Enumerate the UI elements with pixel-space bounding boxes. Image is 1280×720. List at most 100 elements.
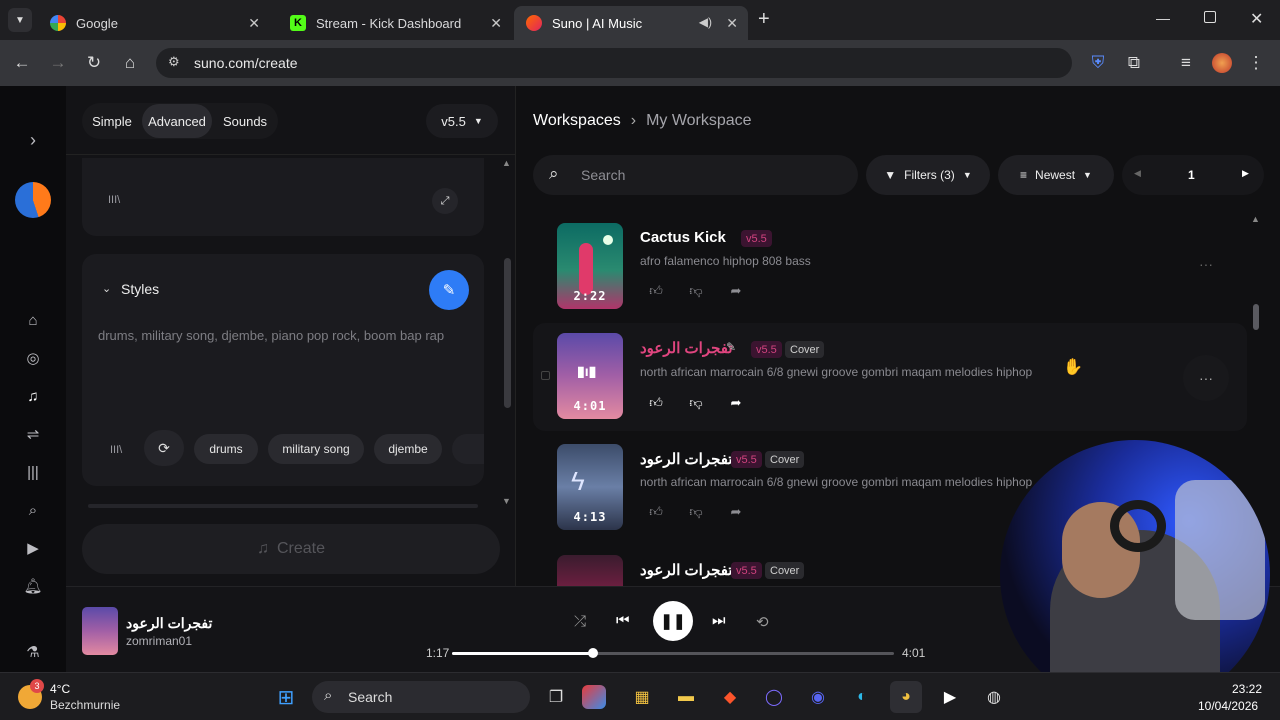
chrome-icon[interactable]: ◕ [890,681,922,713]
styles-text[interactable]: drums, military song, djembe, piano pop … [98,328,444,343]
library-nav-icon[interactable]: ||| [0,460,66,484]
tab-kick[interactable]: K Stream - Kick Dashboard ✕ [278,6,512,40]
chevron-down-icon[interactable]: ⌄ [102,282,111,295]
clock-date[interactable]: 10/04/2026 [1198,699,1258,713]
song-cover[interactable]: 2:22 [557,223,623,309]
styles-label[interactable]: Styles [121,281,159,297]
app-ring-icon[interactable]: ◯ [758,681,790,713]
search-input[interactable]: ⌕ Search [533,155,858,195]
brave-icon[interactable]: ◆ [714,681,746,713]
song-cover[interactable]: ϟ 4:13 [557,444,623,530]
forward-icon[interactable]: → [46,40,70,86]
mode-tab-simple[interactable]: Simple [86,104,138,138]
close-tab-icon[interactable]: ✕ [726,15,738,32]
reload-icon[interactable]: ↻ [82,40,106,86]
studio-nav-icon[interactable]: ⇌ [0,422,66,446]
song-title[interactable]: تفجرات الرعود [640,339,733,357]
song-row[interactable]: 2:22 Cactus Kick v5.5 afro falamenco hip… [533,223,1247,323]
progress-track[interactable] [452,648,894,658]
scrollbar-thumb[interactable] [504,258,511,408]
mode-tab-advanced[interactable]: Advanced [142,104,212,138]
like-icon[interactable]: 👍︎ [646,504,666,522]
model-version-select[interactable]: v5.5 ▼ [426,104,498,138]
create-nav-icon[interactable]: ♫ [0,384,66,408]
now-playing-title[interactable]: تفجرات الرعود [126,615,212,632]
new-tab-button[interactable]: + [758,8,770,31]
more-options-icon[interactable]: ··· [1183,355,1229,401]
select-checkbox[interactable] [541,371,550,380]
site-info-icon[interactable]: ⚙ [168,54,180,70]
store-icon[interactable]: ▦ [626,681,658,713]
prev-page-icon[interactable]: ◀ [1134,168,1141,179]
hooks-nav-icon[interactable]: ▶ [0,536,66,560]
create-button[interactable]: ♫ Create [82,524,500,574]
close-tab-icon[interactable]: ✕ [490,15,502,32]
progress-knob[interactable] [588,648,599,658]
scroll-down-arrow[interactable]: ▼ [502,496,511,506]
previous-track-icon[interactable]: ⏮︎ [616,612,630,629]
song-cover[interactable]: ▮ı▮ 4:01 [557,333,623,419]
media-player-icon[interactable]: ▶ [934,681,966,713]
speaker-icon[interactable]: ◀) [699,15,712,29]
style-chip[interactable]: djembe [374,434,442,464]
home-icon[interactable]: ⌂ [118,40,142,86]
extension-shield-icon[interactable]: ⛨ [1086,40,1110,86]
start-icon[interactable]: ⊞ [270,681,302,713]
taskbar-search[interactable]: ⌕ Search [312,681,530,713]
lyrics-library-icon[interactable]: III\ [108,194,120,206]
more-options-icon[interactable]: ··· [1183,241,1229,287]
minimize-button[interactable]: — [1156,10,1170,26]
next-page-icon[interactable]: ▶ [1242,168,1249,179]
weather-widget[interactable]: 3 4°C Bezchmurnie [18,679,158,715]
style-library-icon[interactable]: III\ [110,444,122,456]
sort-button[interactable]: ≡ Newest ▼ [998,155,1114,195]
close-window-button[interactable]: ✕ [1250,9,1263,29]
style-chip[interactable]: drums [194,434,258,464]
tab-google[interactable]: Google ✕ [38,6,270,40]
edit-icon[interactable]: ✎ [726,340,736,354]
like-icon[interactable]: 👍︎ [646,395,666,413]
task-view-icon[interactable]: ❐ [540,681,572,713]
dislike-icon[interactable]: 👎︎ [686,504,706,522]
share-icon[interactable]: ➦ [726,283,746,301]
shuffle-icon[interactable]: ⤮ [574,613,586,630]
next-track-icon[interactable]: ⏭︎ [712,612,726,629]
song-title[interactable]: تفجرات الرعود [640,561,733,579]
shuffle-styles-icon[interactable]: ⟳ [144,430,184,466]
tab-suno[interactable]: Suno | AI Music ◀) ✕ [514,6,748,40]
now-playing-cover[interactable] [82,607,118,655]
profile-avatar-icon[interactable] [1210,40,1234,86]
restore-button[interactable] [1204,11,1216,23]
widgets-icon[interactable] [582,685,606,709]
style-chip-partial[interactable] [452,434,484,464]
song-title[interactable]: Cactus Kick [640,229,726,246]
scroll-up-arrow[interactable]: ▲ [502,158,511,168]
close-tab-icon[interactable]: ✕ [248,15,260,32]
magic-wand-button[interactable]: ✎ [429,270,469,310]
file-explorer-icon[interactable]: ▬ [670,681,702,713]
mode-tab-sounds[interactable]: Sounds [216,104,274,138]
list-scrollbar-thumb[interactable] [1253,304,1259,330]
user-avatar[interactable] [15,182,51,218]
pause-button[interactable]: ❚❚ [653,601,693,641]
page-number[interactable]: 1 [1188,168,1195,182]
back-icon[interactable]: ← [10,40,34,86]
extensions-icon[interactable]: ⧉ [1122,40,1146,86]
repeat-icon[interactable]: ⟲ [756,613,769,631]
dislike-icon[interactable]: 👎︎ [686,283,706,301]
notifications-nav-icon[interactable]: 🔔︎ [0,574,66,598]
explore-nav-icon[interactable]: ◎ [0,346,66,370]
tab-search-button[interactable]: ▼ [8,8,32,32]
breadcrumb-workspaces[interactable]: Workspaces [533,112,621,130]
search-nav-icon[interactable]: ⌕ [0,498,66,522]
home-nav-icon[interactable]: ⌂ [0,308,66,332]
address-bar[interactable]: ⚙ suno.com/create [156,48,1072,78]
edge-icon[interactable]: ◐ [846,681,878,713]
expand-sidebar-icon[interactable]: › [0,128,66,152]
style-chip[interactable]: military song [268,434,364,464]
song-title[interactable]: تفجرات الرعود [640,450,733,468]
chrome-menu-icon[interactable]: ⋮ [1244,40,1268,86]
filters-button[interactable]: ▼ Filters (3) ▼ [866,155,990,195]
song-row-active[interactable]: ▮ı▮ 4:01 تفجرات الرعود ✎ v5.5 Cover nort… [533,323,1247,431]
expand-icon[interactable]: ⤢ [432,188,458,214]
